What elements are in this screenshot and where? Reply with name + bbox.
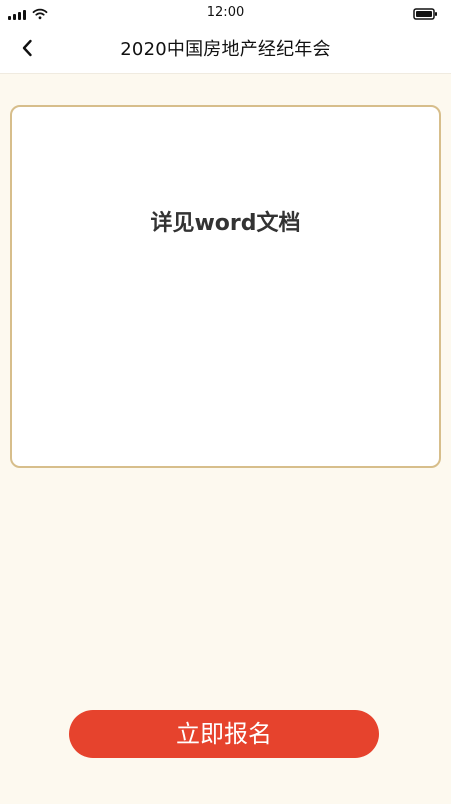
signup-button[interactable]: 立即报名: [69, 710, 379, 758]
navigation-bar: 2020中国房地产经纪年会: [0, 28, 451, 74]
card-text: 详见word文档: [150, 211, 301, 236]
content-card: 详见word文档: [10, 105, 441, 468]
wifi-icon: [32, 8, 48, 20]
status-time: 12:00: [206, 5, 245, 20]
status-right: [413, 7, 439, 21]
signal-bar-4: [23, 10, 26, 20]
signal-bar-2: [13, 14, 16, 20]
battery-icon: [413, 7, 439, 21]
signal-bar-1: [8, 16, 11, 20]
page-title: 2020中国房地产经纪年会: [120, 39, 331, 60]
screen: 12:00 2020中国房地产经纪年会 详见word文档 立即报名: [0, 0, 451, 804]
signal-bar-3: [18, 12, 21, 20]
status-left: [8, 8, 48, 20]
signal-icon: [8, 8, 26, 20]
status-bar: 12:00: [0, 0, 451, 28]
